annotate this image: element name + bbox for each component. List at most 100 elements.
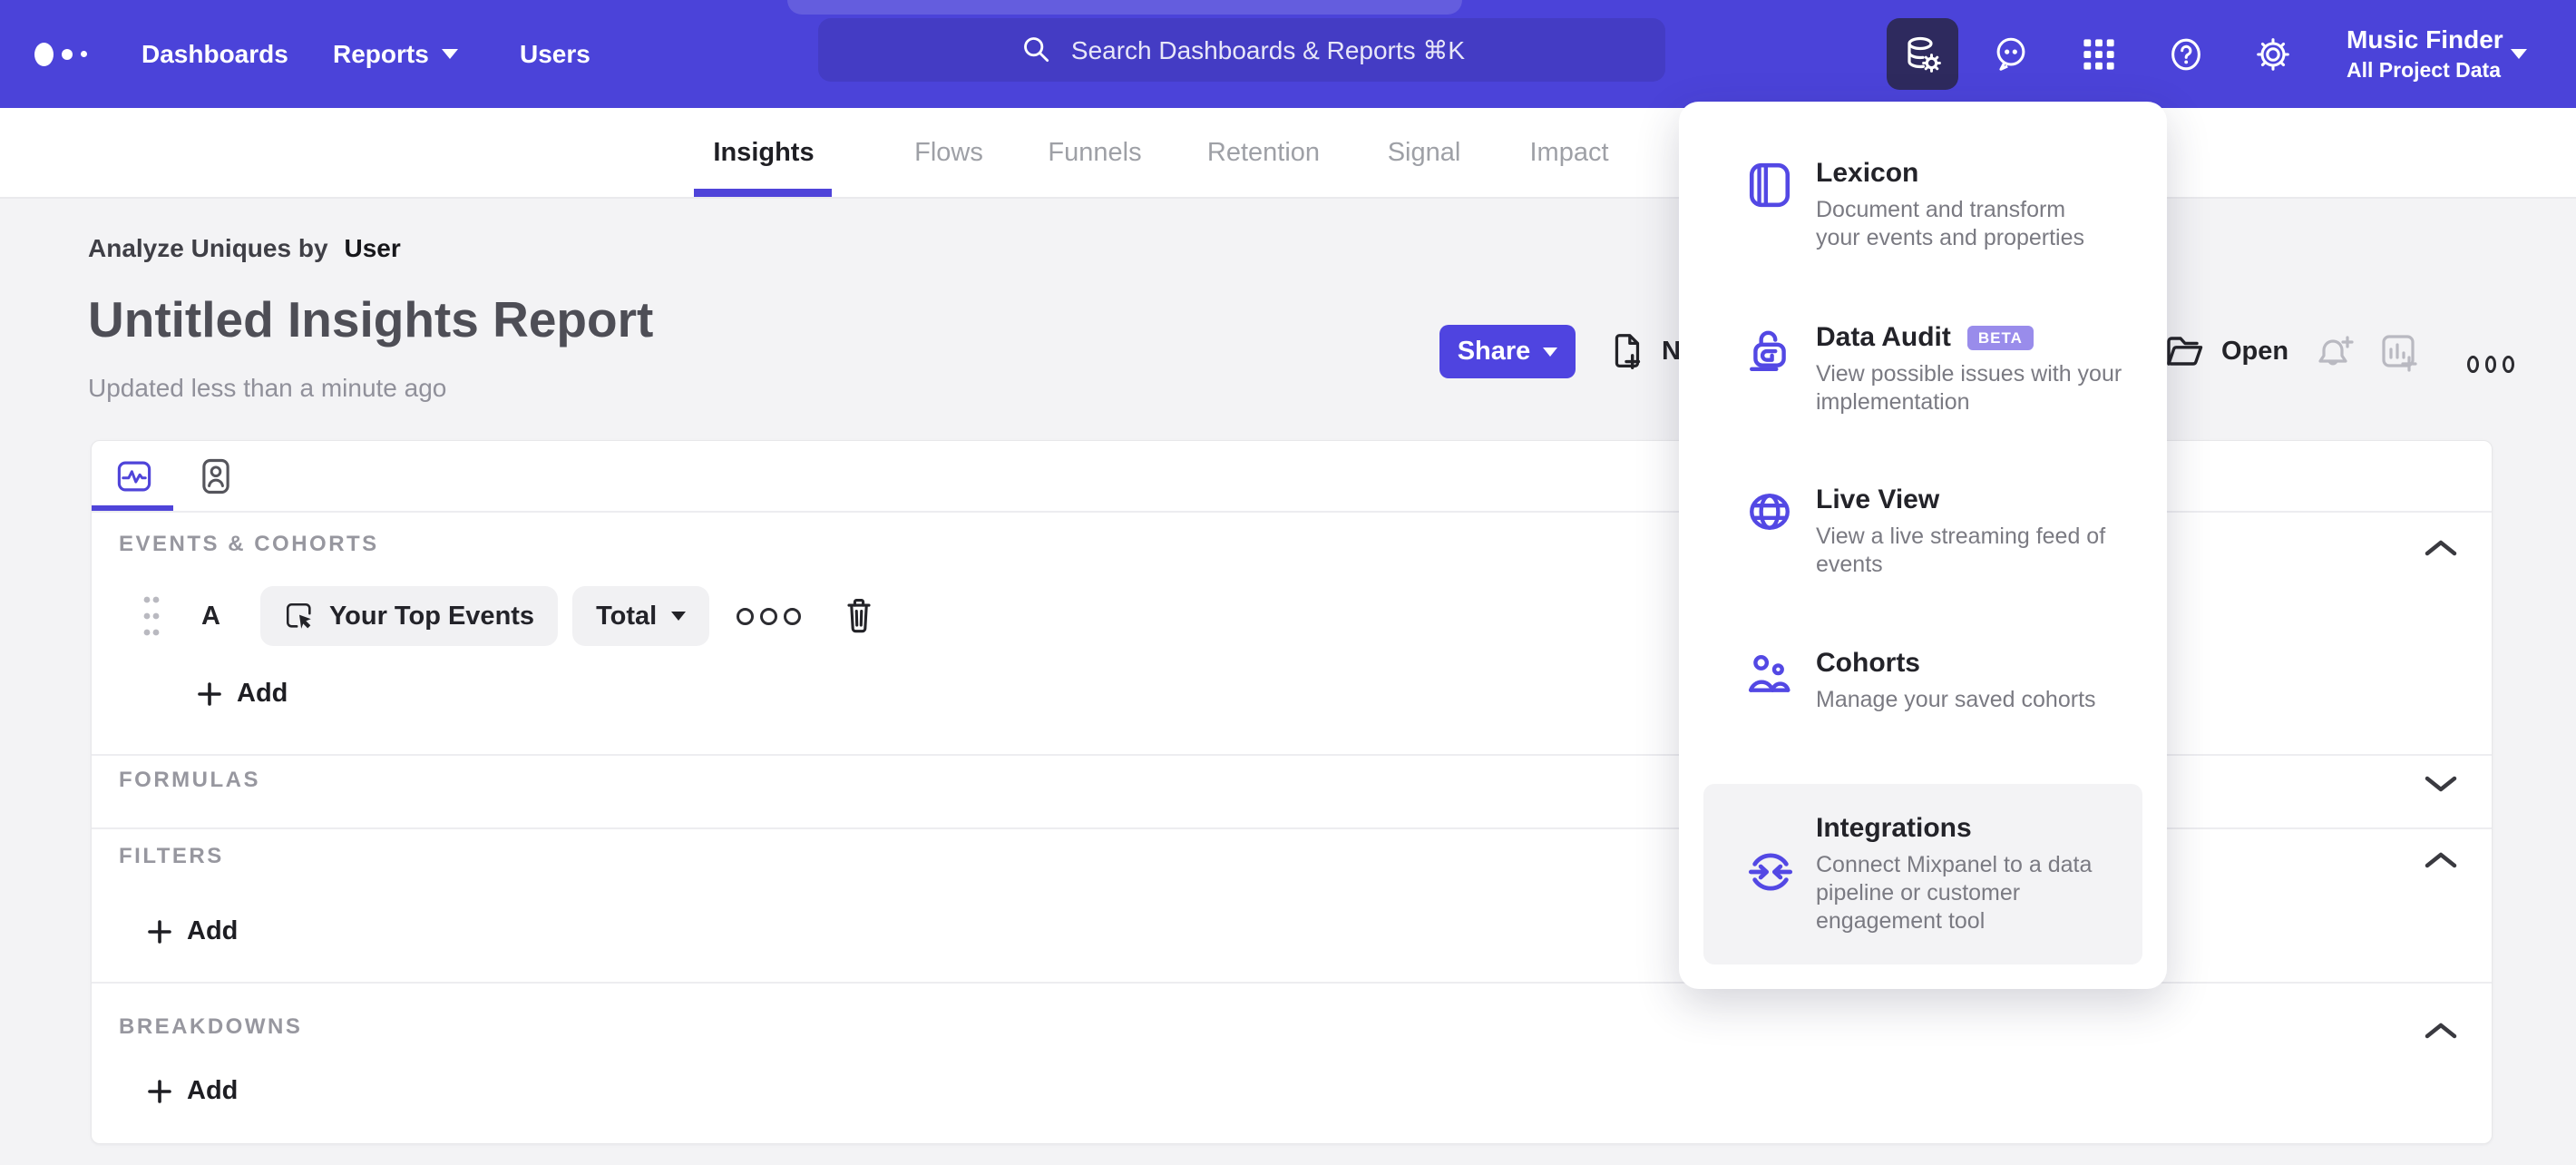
add-breakdown-button[interactable]: Add [147, 1076, 238, 1106]
folder-open-icon [2167, 336, 2203, 366]
nav-dashboards[interactable]: Dashboards [141, 0, 288, 108]
section-label-breakdowns: BREAKDOWNS [119, 1014, 303, 1039]
menu-item-desc: View a live streaming feed of events [1816, 524, 2106, 577]
mixpanel-logo[interactable] [34, 0, 87, 108]
chat-bubble-icon [1996, 37, 2025, 71]
chevron-up-icon [2425, 1023, 2457, 1039]
report-title[interactable]: Untitled Insights Report [88, 290, 653, 348]
search-input[interactable]: Search Dashboards & Reports ⌘K [818, 18, 1665, 82]
tab-retention[interactable]: Retention [1207, 108, 1320, 197]
open-report-button[interactable]: Open [2163, 325, 2288, 378]
apps-grid-button[interactable] [2076, 0, 2122, 108]
menu-item-title: Integrations [1816, 813, 1972, 843]
profile-card-icon [202, 458, 229, 494]
chevron-up-icon [2425, 540, 2457, 556]
tab-impact[interactable]: Impact [1529, 108, 1608, 197]
analyze-prefix: Analyze Uniques by [88, 234, 328, 262]
active-tab-underline [694, 189, 832, 197]
metric-value: Total [596, 601, 658, 631]
updated-timestamp: Updated less than a minute ago [88, 374, 447, 402]
search-glow [787, 0, 1462, 15]
event-options-button[interactable] [737, 607, 802, 625]
feedback-button[interactable] [1988, 0, 2034, 108]
data-management-button[interactable] [1887, 18, 1958, 90]
top-nav: Dashboards Reports Users Search Dashboar… [0, 0, 2576, 108]
add-to-dashboard-button[interactable] [2376, 328, 2423, 376]
tab-insights[interactable]: Insights [713, 108, 814, 197]
menu-item-lexicon[interactable]: Lexicon Document and transform your even… [1703, 158, 2142, 252]
chevron-down-icon [2425, 776, 2457, 792]
drag-handle-icon[interactable] [141, 588, 161, 644]
nav-users[interactable]: Users [520, 0, 590, 108]
tab-signal[interactable]: Signal [1388, 108, 1461, 197]
nav-reports-label: Reports [333, 39, 429, 68]
tab-profiles-query[interactable] [197, 457, 235, 495]
question-mark-icon [2171, 38, 2200, 70]
menu-item-integrations[interactable]: Integrations Connect Mixpanel to a data … [1703, 784, 2142, 964]
create-alert-button[interactable] [2309, 328, 2356, 376]
menu-item-desc: View possible issues with your implement… [1816, 361, 2122, 415]
document-plus-icon [1615, 333, 1641, 369]
plus-icon [198, 681, 221, 706]
collapse-events-button[interactable] [2421, 528, 2461, 568]
lexicon-book-icon [1749, 162, 1791, 208]
grid-icon [2083, 38, 2114, 70]
project-name: Music Finder [2347, 25, 2503, 54]
project-switcher[interactable]: Music Finder All Project Data [2347, 24, 2503, 83]
menu-item-title: Live View [1816, 485, 1940, 514]
database-gear-icon [1907, 36, 1941, 73]
nav-reports[interactable]: Reports [333, 0, 458, 108]
menu-item-desc: Connect Mixpanel to a data pipeline or c… [1816, 852, 2093, 934]
caret-down-icon [441, 49, 458, 59]
delete-event-button[interactable] [839, 594, 879, 638]
metric-selector[interactable]: Total [572, 586, 710, 646]
search-icon [1023, 37, 1049, 63]
menu-item-data-audit[interactable]: Data Audit BETA View possible issues wit… [1703, 322, 2142, 416]
menu-item-title: Lexicon [1816, 158, 1919, 188]
report-type-tabs: Insights Flows Funnels Retention Signal … [0, 108, 2576, 199]
add-filter-button[interactable]: Add [147, 916, 238, 946]
settings-button[interactable] [2250, 0, 2296, 108]
event-selector[interactable]: Your Top Events [259, 586, 559, 646]
nav-users-label: Users [520, 39, 590, 68]
more-actions-button[interactable] [2467, 340, 2515, 387]
tab-funnels[interactable]: Funnels [1048, 108, 1141, 197]
integrations-sync-icon [1748, 853, 1793, 891]
data-audit-lock-icon [1750, 330, 1786, 372]
tab-events-query[interactable] [115, 457, 153, 495]
plus-icon [148, 919, 171, 944]
add-event-button[interactable]: Add [197, 679, 288, 709]
project-scope: All Project Data [2347, 58, 2501, 82]
caret-down-icon [2511, 49, 2527, 59]
collapse-breakdowns-button[interactable] [2421, 1011, 2461, 1051]
menu-item-live-view[interactable]: Live View View a live streaming feed of … [1703, 485, 2142, 579]
collapse-filters-button[interactable] [2421, 840, 2461, 880]
cursor-click-icon [286, 602, 311, 629]
plus-icon [148, 1079, 171, 1103]
beta-badge: BETA [1966, 325, 2034, 350]
search-placeholder: Search Dashboards & Reports ⌘K [1070, 35, 1466, 64]
help-button[interactable] [2163, 0, 2209, 108]
active-query-tab-underline [92, 505, 173, 511]
menu-item-desc: Document and transform your events and p… [1816, 197, 2085, 250]
event-letter: A [201, 601, 220, 631]
bell-plus-icon [2318, 336, 2354, 366]
caret-down-icon [671, 612, 687, 621]
menu-item-title: Cohorts [1816, 648, 1920, 678]
menu-item-desc: Manage your saved cohorts [1816, 687, 2096, 712]
open-report-label: Open [2221, 337, 2289, 366]
tab-flows[interactable]: Flows [914, 108, 983, 197]
menu-item-cohorts[interactable]: Cohorts Manage your saved cohorts [1703, 648, 2142, 714]
menu-item-title: Data Audit BETA [1816, 322, 2152, 353]
pulse-chart-icon [117, 461, 151, 492]
analyze-line: Analyze Uniques by User [88, 234, 401, 263]
analyze-value-user[interactable]: User [345, 234, 401, 263]
section-label-events: EVENTS & COHORTS [119, 532, 379, 556]
section-label-formulas: FORMULAS [119, 768, 260, 792]
section-label-filters: FILTERS [119, 844, 224, 868]
expand-formulas-button[interactable] [2421, 764, 2461, 804]
share-button[interactable]: Share [1439, 325, 1576, 378]
ellipsis-icon [737, 607, 755, 625]
event-name: Your Top Events [328, 601, 535, 631]
caret-down-icon [1543, 347, 1558, 357]
